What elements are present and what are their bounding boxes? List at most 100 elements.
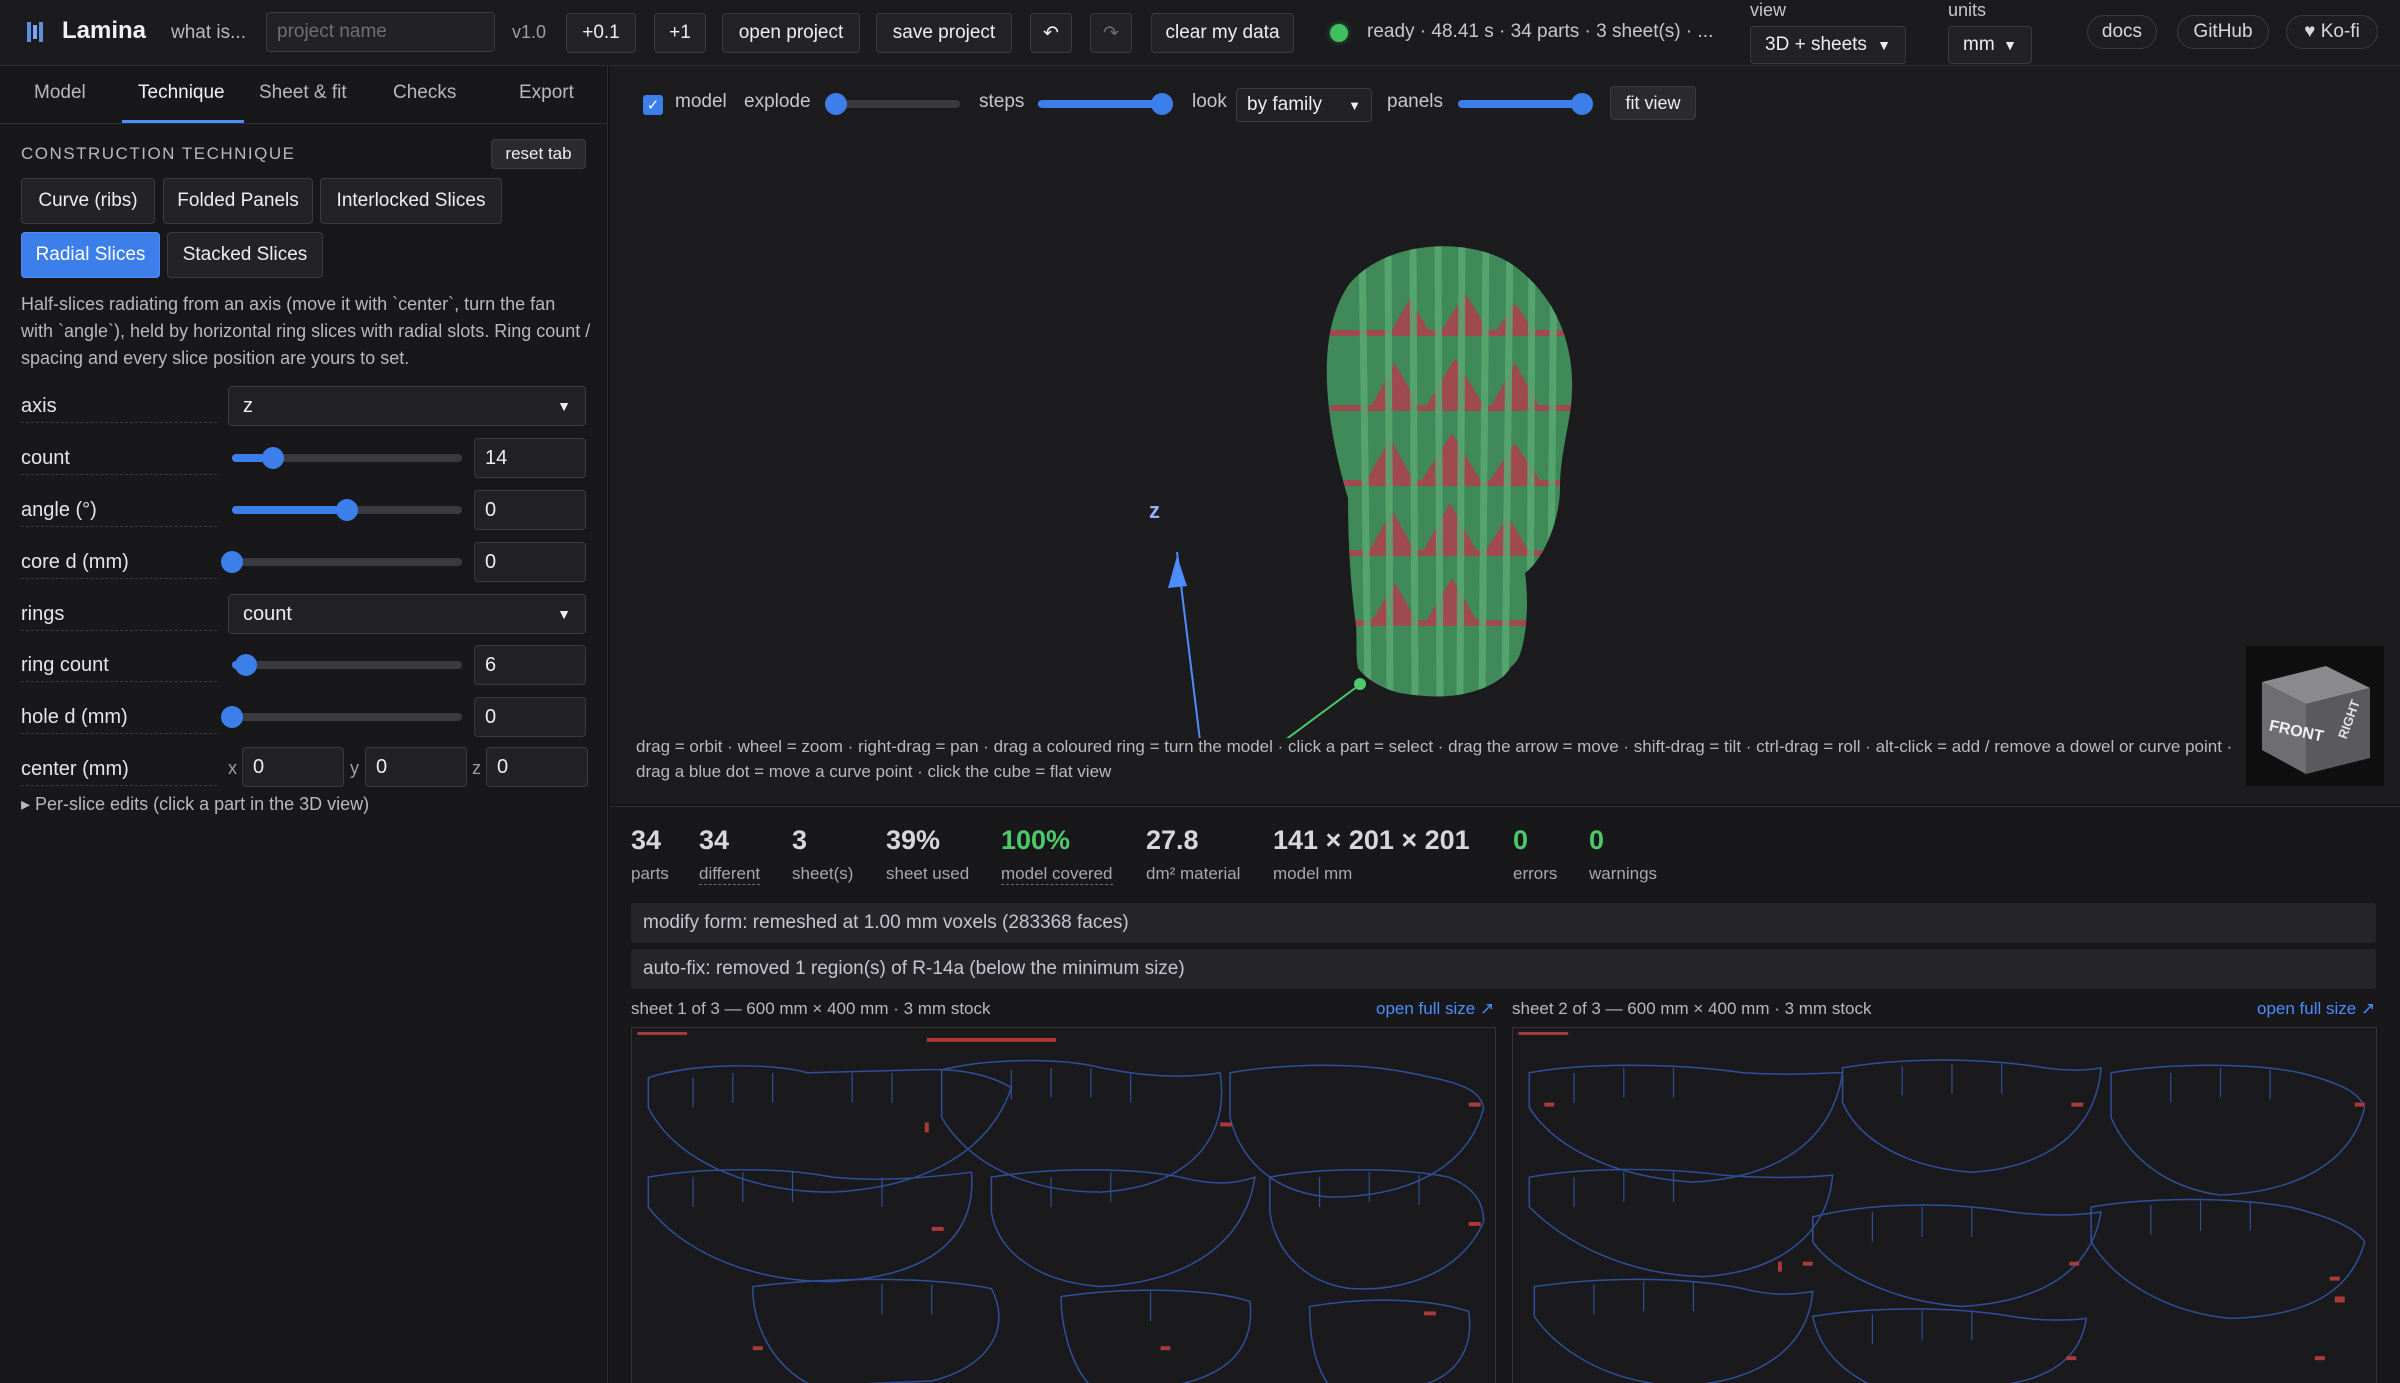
center-x-input[interactable]: 0: [242, 747, 344, 787]
z-axis-label: z: [1149, 498, 1160, 523]
tab-sheet-fit[interactable]: Sheet & fit: [259, 82, 347, 104]
technique-folded-panels-button[interactable]: Folded Panels: [163, 178, 313, 224]
technique-interlocked-slices-button[interactable]: Interlocked Slices: [320, 178, 502, 224]
slider-thumb[interactable]: [1151, 93, 1173, 115]
bump-major-button[interactable]: +1: [654, 13, 706, 53]
kofi-link[interactable]: ♥ Ko-fi: [2286, 15, 2378, 49]
model-checkbox[interactable]: ✓: [643, 95, 663, 115]
open-project-button[interactable]: open project: [722, 13, 860, 53]
stat-errors: 0 errors: [1513, 825, 1558, 883]
slider-thumb[interactable]: [221, 706, 243, 728]
bump-minor-button[interactable]: +0.1: [566, 13, 636, 53]
slider-thumb[interactable]: [234, 654, 257, 676]
slider-thumb[interactable]: [262, 447, 285, 469]
sheet-2-open-full-link[interactable]: open full size ↗: [2257, 999, 2375, 1019]
axis-select[interactable]: z ▼: [228, 386, 586, 426]
per-slice-edits-toggle[interactable]: ▸ Per-slice edits (click a part in the 3…: [21, 794, 369, 815]
viewport-toolbar: ✓ model explode steps look by family ▼ p…: [610, 66, 2400, 138]
ring-count-input[interactable]: 6: [474, 645, 586, 685]
center-z-input[interactable]: 0: [486, 747, 588, 787]
view-cube[interactable]: FRONT RIGHT: [2246, 646, 2384, 786]
status-indicator-icon: [1330, 24, 1348, 42]
undo-button[interactable]: ↶: [1030, 13, 1072, 53]
ring-count-slider[interactable]: [232, 654, 462, 676]
slider-thumb[interactable]: [336, 499, 358, 521]
technique-stacked-slices-button[interactable]: Stacked Slices: [167, 232, 323, 278]
y-axis-handle-icon[interactable]: [1354, 678, 1366, 690]
lamina-logo-icon: [27, 22, 43, 42]
slider-thumb[interactable]: [825, 93, 847, 115]
technique-curve-ribs-button[interactable]: Curve (ribs): [21, 178, 155, 224]
rings-select[interactable]: count ▼: [228, 594, 586, 634]
tab-model[interactable]: Model: [34, 82, 86, 104]
stat-sheet-used: 39% sheet used: [886, 825, 970, 883]
center-y-input[interactable]: 0: [365, 747, 467, 787]
redo-icon: ↷: [1103, 22, 1119, 44]
technique-radial-slices-button[interactable]: Radial Slices: [21, 232, 160, 278]
view-select-value: 3D + sheets: [1765, 34, 1867, 55]
chevron-down-icon: ▼: [2003, 37, 2017, 53]
sheet-1-preview[interactable]: [631, 1027, 1496, 1383]
count-slider[interactable]: [232, 447, 462, 469]
panel-tabs: Model Technique Sheet & fit Checks Expor…: [0, 66, 608, 124]
sheet-1-caption: sheet 1 of 3 — 600 mm × 400 mm · 3 mm st…: [631, 999, 991, 1018]
hole-d-slider[interactable]: [221, 706, 462, 728]
github-link[interactable]: GitHub: [2177, 15, 2269, 49]
core-d-input[interactable]: 0: [474, 542, 586, 582]
units-select[interactable]: mm ▼: [1948, 26, 2032, 64]
sheet-2-preview[interactable]: [1512, 1027, 2377, 1383]
what-is-link[interactable]: what is...: [171, 22, 246, 44]
slider-thumb[interactable]: [221, 551, 243, 573]
left-panel: Model Technique Sheet & fit Checks Expor…: [0, 66, 608, 1383]
explode-slider[interactable]: [825, 93, 960, 115]
angle-input[interactable]: 0: [474, 490, 586, 530]
redo-button[interactable]: ↷: [1090, 13, 1132, 53]
chevron-down-icon: ▼: [557, 606, 571, 622]
chevron-down-icon: ▼: [1877, 37, 1891, 53]
clear-data-button[interactable]: clear my data: [1151, 13, 1294, 53]
sheet-1-labels: [637, 1031, 1481, 1351]
sheet-2-parts: [1528, 1059, 2366, 1383]
fit-view-button[interactable]: fit view: [1610, 86, 1696, 120]
count-input[interactable]: 14: [474, 438, 586, 478]
sheet-1-open-full-link[interactable]: open full size ↗: [1376, 999, 1494, 1019]
check-icon: ✓: [646, 97, 660, 114]
head-model[interactable]: [1326, 238, 1590, 698]
slider-fill: [1038, 100, 1162, 108]
save-project-button[interactable]: save project: [876, 13, 1012, 53]
z-axis-arrow-icon[interactable]: [1168, 556, 1187, 588]
slider-thumb[interactable]: [1571, 93, 1593, 115]
look-select-value: by family: [1247, 94, 1322, 115]
tab-technique[interactable]: Technique: [138, 82, 225, 104]
sheet-2-caption: sheet 2 of 3 — 600 mm × 400 mm · 3 mm st…: [1512, 999, 1872, 1018]
units-select-value: mm: [1963, 34, 1995, 55]
units-label: units: [1948, 0, 1987, 20]
tab-export[interactable]: Export: [519, 82, 574, 104]
slider-fill: [1458, 100, 1582, 108]
stat-different[interactable]: 34 different: [699, 825, 761, 885]
3d-scene[interactable]: z Y: [610, 138, 2400, 738]
technique-description: Half-slices radiating from an axis (move…: [21, 294, 591, 368]
viewport-hint: drag = orbit · wheel = zoom · right-drag…: [636, 737, 2233, 781]
count-label: count: [21, 447, 217, 475]
status-text: ready · 48.41 s · 34 parts · 3 sheet(s) …: [1367, 21, 1714, 42]
chevron-down-icon: ▼: [557, 398, 571, 414]
angle-slider[interactable]: [232, 499, 462, 521]
look-select[interactable]: by family ▼: [1236, 88, 1372, 122]
hole-d-input[interactable]: 0: [474, 697, 586, 737]
stat-model-covered[interactable]: 100% model covered: [1001, 825, 1113, 885]
core-d-label: core d (mm): [21, 551, 217, 579]
section-title: CONSTRUCTION TECHNIQUE: [21, 144, 296, 163]
view-select[interactable]: 3D + sheets ▼: [1750, 26, 1906, 64]
project-name-input[interactable]: [266, 12, 495, 52]
rings-select-value: count: [243, 602, 292, 625]
axis-select-value: z: [243, 394, 253, 417]
3d-viewport[interactable]: ✓ model explode steps look by family ▼ p…: [610, 66, 2400, 804]
panels-slider[interactable]: [1458, 93, 1593, 115]
steps-slider[interactable]: [1038, 93, 1173, 115]
docs-link[interactable]: docs: [2087, 15, 2157, 49]
stat-warnings: 0 warnings: [1589, 825, 1658, 883]
core-d-slider[interactable]: [221, 551, 462, 573]
tab-checks[interactable]: Checks: [393, 82, 456, 104]
reset-tab-button[interactable]: reset tab: [491, 139, 586, 169]
